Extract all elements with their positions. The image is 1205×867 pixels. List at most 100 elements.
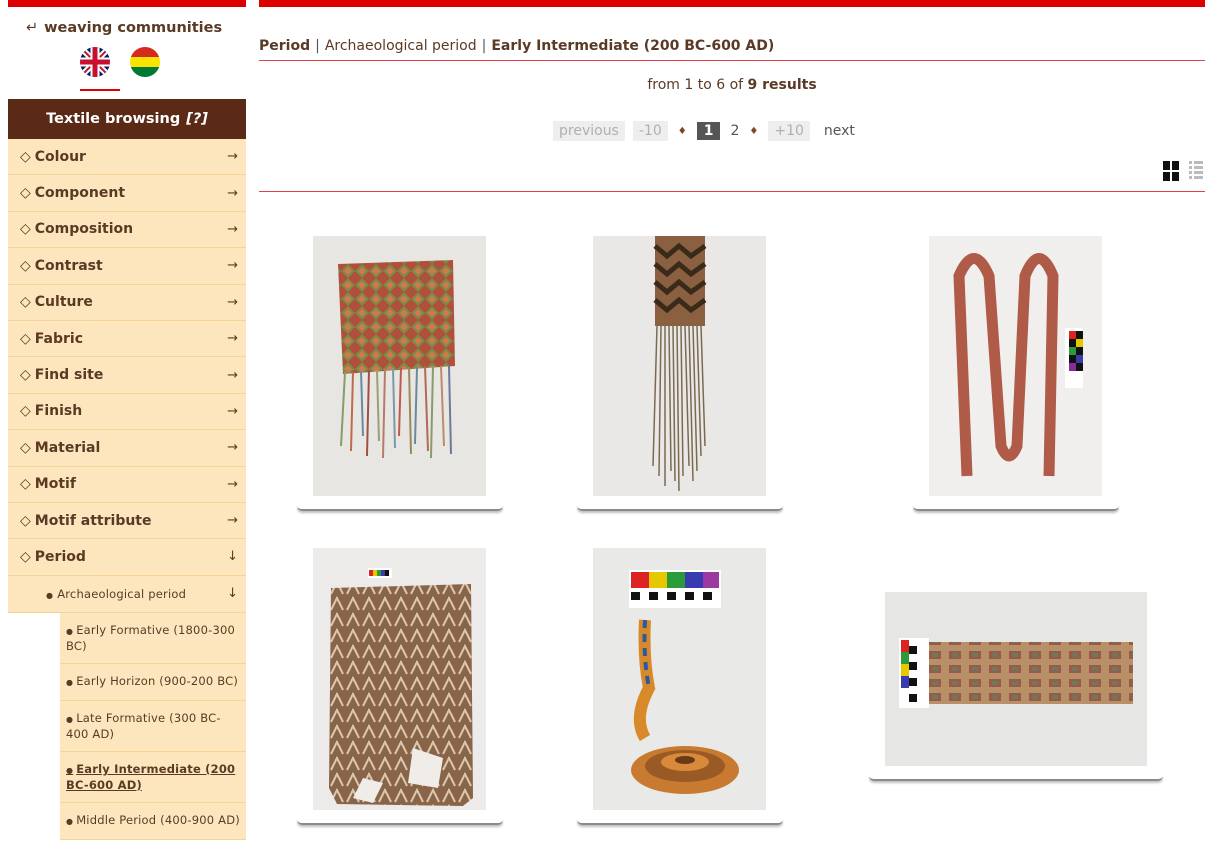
facet-menu: ◇ Colour → ◇ Component → ◇ Composition → ◇ C… [8,139,246,840]
thumbnail-shadow [577,506,783,511]
menu-item-colour[interactable]: ◇ Colour → [8,139,246,176]
page-2-link[interactable]: 2 [730,123,739,139]
diamond-icon: ◇ [20,476,31,493]
diamond-separator-icon: ♦ [677,125,687,137]
menu-item-component[interactable]: ◇ Component → [8,175,246,212]
menu-item-motif-attribute[interactable]: ◇ Motif attribute → [8,502,246,540]
menu-item-contrast[interactable]: ◇ Contrast → [8,248,246,285]
diamond-icon: ◇ [20,185,31,202]
menu-item-fabric[interactable]: ◇ Fabric → [8,320,246,358]
arrow-right-icon: → [227,221,238,237]
diamond-icon: ◇ [20,221,31,238]
menu-item-label: Finish [34,403,83,420]
arrow-right-icon: → [227,185,238,201]
period-early-intermediate[interactable]: ● Early Intermediate (200 BC-600 AD) [60,751,246,803]
diamond-separator-icon: ♦ [749,125,759,137]
textile-thumbnail[interactable] [297,236,503,516]
menu-item-label: Motif [34,476,76,493]
textile-image [593,548,766,810]
period-middle-period[interactable]: ● Middle Period (400-900 AD) [60,802,246,840]
arrow-right-icon: → [227,331,238,347]
previous-button[interactable]: previous [553,121,625,141]
period-early-formative[interactable]: ● Early Formative (1800-300 BC) [60,612,246,664]
diamond-icon: ◇ [20,294,31,311]
results-count: 9 results [747,77,817,93]
uk-flag-icon[interactable] [80,47,110,77]
diamond-icon: ◇ [20,367,31,384]
results-divider [259,191,1205,192]
diamond-icon: ◇ [20,548,31,565]
thumbnail-shadow [577,820,783,825]
minus-10-button[interactable]: -10 [632,121,668,141]
arrow-right-icon: → [227,403,238,419]
menu-item-find-site[interactable]: ◇ Find site → [8,357,246,394]
diamond-icon: ◇ [20,330,31,347]
textile-image [929,236,1102,496]
menu-item-label: Contrast [34,257,103,274]
arrow-right-icon: → [227,476,238,492]
menu-item-finish[interactable]: ◇ Finish → [8,393,246,431]
textile-browsing-title: Textile browsing [46,111,181,127]
breadcrumb-separator: | [481,38,487,54]
thumbnail-shadow [297,820,503,825]
list-view-icon[interactable] [1189,161,1205,181]
menu-item-label: Colour [34,148,86,165]
period-early-horizon[interactable]: ● Early Horizon (900-200 BC) [60,663,246,701]
breadcrumb-current: Early Intermediate (200 BC-600 AD) [491,38,775,54]
next-button[interactable]: next [824,123,855,139]
grid-view-icon[interactable] [1163,161,1179,181]
language-switcher [80,47,246,77]
arrow-down-icon: ↓ [227,586,238,602]
textile-thumbnail[interactable] [577,236,783,516]
main-content: Period | Archaeological period | Early Inter… [259,0,1205,867]
pagination: previous -10 ♦ 1 2 ♦ +10 next [553,121,855,141]
active-language-underline [80,89,120,91]
period-label: Late Formative (300 BC-400 AD) [66,710,221,741]
page-1-current: 1 [696,122,721,140]
menu-item-period[interactable]: ◇ Period ↓ [8,539,246,576]
help-link[interactable]: [?] [186,111,208,127]
textile-thumbnail[interactable] [913,236,1119,516]
menu-item-label: Composition [34,221,134,238]
textile-browsing-header: Textile browsing [?] [8,99,246,139]
diamond-icon: ◇ [20,439,31,456]
diamond-icon: ◇ [20,148,31,165]
back-link-label: weaving communities [44,20,223,36]
diamond-icon: ◇ [20,512,31,529]
arrow-right-icon: → [227,367,238,383]
textile-thumbnail[interactable] [577,548,783,830]
breadcrumb-period[interactable]: Period [259,38,310,54]
textile-image [593,236,766,496]
plus-10-button[interactable]: +10 [768,121,810,141]
bullet-icon: ● [66,714,74,724]
menu-item-composition[interactable]: ◇ Composition → [8,211,246,249]
menu-item-motif[interactable]: ◇ Motif → [8,466,246,503]
bolivia-flag-icon[interactable] [130,47,160,77]
textile-thumbnail[interactable] [869,592,1163,790]
menu-item-label: Find site [34,367,104,384]
arrow-down-icon: ↓ [227,549,238,565]
breadcrumb-separator: | [315,38,320,54]
period-late-formative[interactable]: ● Late Formative (300 BC-400 AD) [60,700,246,752]
arrow-right-icon: → [227,294,238,310]
menu-item-label: Material [34,439,101,456]
breadcrumb: Period | Archaeological period | Early Inter… [259,38,774,54]
diamond-icon: ◇ [20,403,31,420]
textile-image [313,548,486,810]
arrow-right-icon: → [227,258,238,274]
results-prefix: from 1 to 6 of [647,77,744,93]
back-to-weaving-communities-link[interactable]: ↵ weaving communities [8,20,246,36]
return-arrow-icon: ↵ [26,20,39,36]
bullet-icon: ● [66,677,74,687]
menu-item-culture[interactable]: ◇ Culture → [8,284,246,321]
menu-item-label: Fabric [34,330,83,347]
breadcrumb-archaeological-period[interactable]: Archaeological period [325,38,477,54]
menu-subitem-archaeological-period[interactable]: ● Archaeological period ↓ [8,575,246,613]
sidebar-top-bar [8,0,246,7]
menu-item-material[interactable]: ◇ Material → [8,430,246,467]
thumbnail-shadow [869,776,1163,781]
menu-item-label: Motif attribute [34,512,152,529]
textile-thumbnail[interactable] [297,548,503,830]
menu-item-label: Culture [34,294,93,311]
results-summary: from 1 to 6 of 9 results [259,77,1205,93]
